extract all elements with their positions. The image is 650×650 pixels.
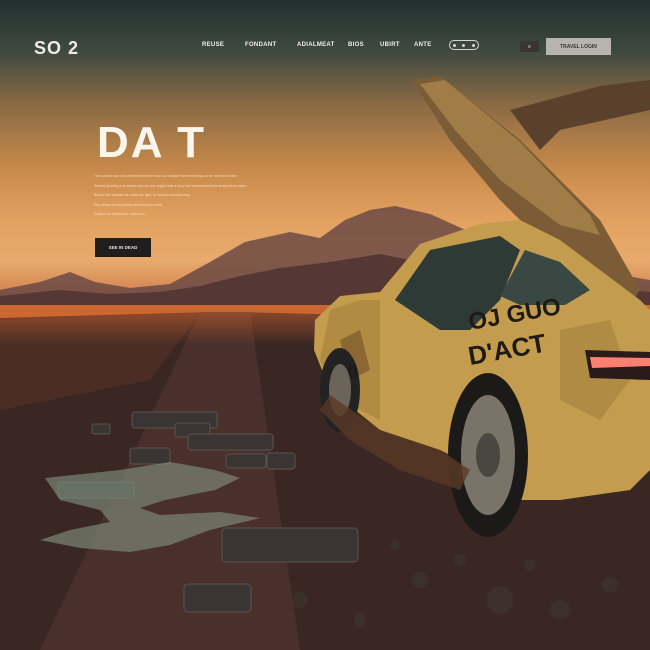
hero-copy-line: The curious road and desert behind the d… <box>94 174 238 178</box>
nav-link-4[interactable]: BIOS <box>348 42 364 48</box>
car-number: 0 <box>348 362 358 382</box>
nav-link-6[interactable]: ANTE <box>414 42 432 48</box>
menu-toggle-button[interactable]: ≡ <box>520 41 539 52</box>
nav-link-1[interactable]: REUSE <box>202 42 224 48</box>
nav-link-5[interactable]: UBIRT <box>380 42 400 48</box>
nav-link-3[interactable]: ADIALMEAT <box>297 42 335 48</box>
hero-copy-line: Wheels grinding over broken ground, the … <box>94 183 247 188</box>
three-dots-icon[interactable] <box>449 40 479 50</box>
hero-copy-line: Beyond the asphalt we chase the light, t… <box>94 193 191 198</box>
car-illustration: OJ GUO D'ACT 0 <box>40 76 650 626</box>
hero-copy-line: Explore the weathered roads now. <box>94 212 146 217</box>
header-cta-button[interactable]: TRAVEL LOGIN <box>546 38 611 55</box>
hero-background: OJ GUO D'ACT 0 <box>0 0 650 650</box>
nav-link-2[interactable]: FONDANT <box>245 42 276 48</box>
hero-copy-line: Stay ahead of the journey and find your … <box>94 202 163 207</box>
hero-cta-button[interactable]: SEE IN DEAD <box>95 238 151 257</box>
hero-title: DA T <box>97 118 207 167</box>
hero-copy: The curious road and desert behind the d… <box>94 172 324 220</box>
